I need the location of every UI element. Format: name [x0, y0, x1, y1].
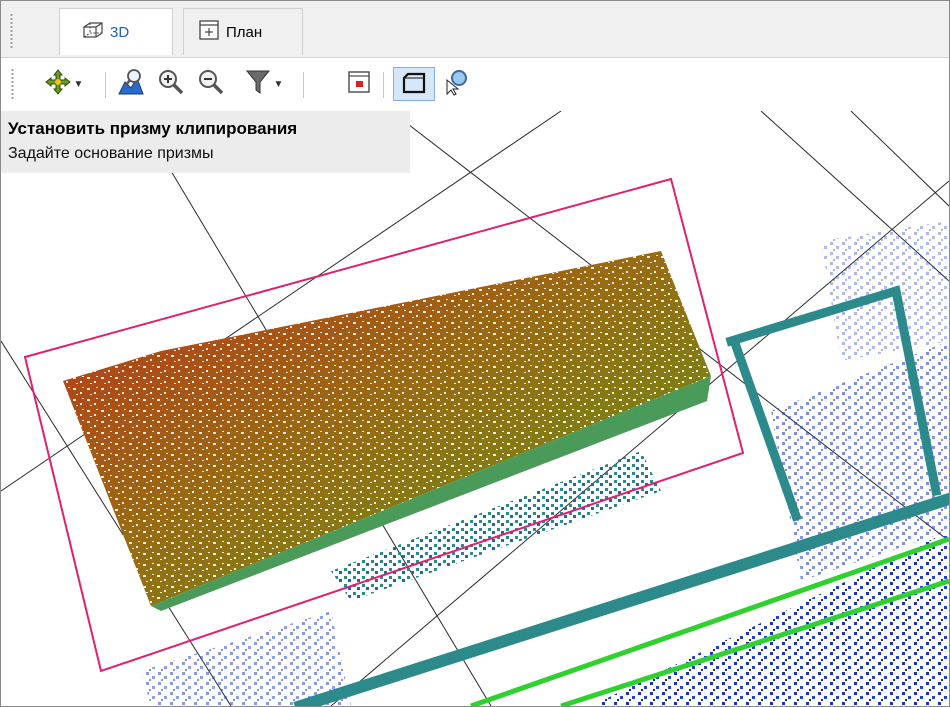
clip-prism-button[interactable]	[393, 67, 435, 101]
move-arrows-icon	[44, 68, 71, 100]
toolbar-grip[interactable]	[11, 68, 14, 100]
zoom-out-button[interactable]	[193, 67, 229, 101]
filter-icon	[245, 68, 271, 101]
zoom-extents-icon	[117, 68, 145, 101]
tab-plan-label: План	[226, 23, 263, 41]
filter-button[interactable]: ▼	[233, 67, 295, 101]
tab-plan[interactable]: План	[183, 8, 303, 55]
select-zoom-icon	[443, 68, 471, 101]
chevron-down-icon[interactable]: ▼	[274, 79, 284, 90]
cube-icon	[82, 21, 104, 43]
zoom-in-icon	[157, 68, 185, 101]
clip-prism-icon	[400, 68, 428, 101]
select-point-button[interactable]	[439, 67, 475, 101]
command-hint-panel: Установить призму клипирования Задайте о…	[1, 111, 410, 173]
toolbar-separator	[105, 72, 106, 98]
tabstrip-grip[interactable]	[10, 13, 13, 49]
clip-box-button[interactable]	[341, 67, 377, 101]
toolbar-separator	[303, 72, 304, 98]
tab-3d[interactable]: 3D	[59, 8, 173, 55]
application-frame: 3D План ▼ ▼ Установить призму клипирован…	[0, 0, 950, 707]
zoom-in-button[interactable]	[153, 67, 189, 101]
toolbar-separator	[383, 72, 384, 98]
viewer-toolbar: ▼ ▼	[1, 58, 949, 110]
chevron-down-icon[interactable]: ▼	[74, 79, 84, 90]
zoom-extents-button[interactable]	[113, 67, 149, 101]
view-tab-strip: 3D План	[1, 1, 949, 58]
tab-3d-label: 3D	[110, 23, 130, 41]
pan-navigation-button[interactable]: ▼	[31, 67, 97, 101]
point-cloud-viewport[interactable]	[1, 111, 949, 706]
clip-box-icon	[346, 69, 372, 100]
zoom-out-icon	[197, 68, 225, 101]
plan-icon	[198, 19, 220, 45]
hint-subtitle: Задайте основание призмы	[8, 145, 214, 162]
hint-title: Установить призму клипирования	[8, 119, 298, 138]
